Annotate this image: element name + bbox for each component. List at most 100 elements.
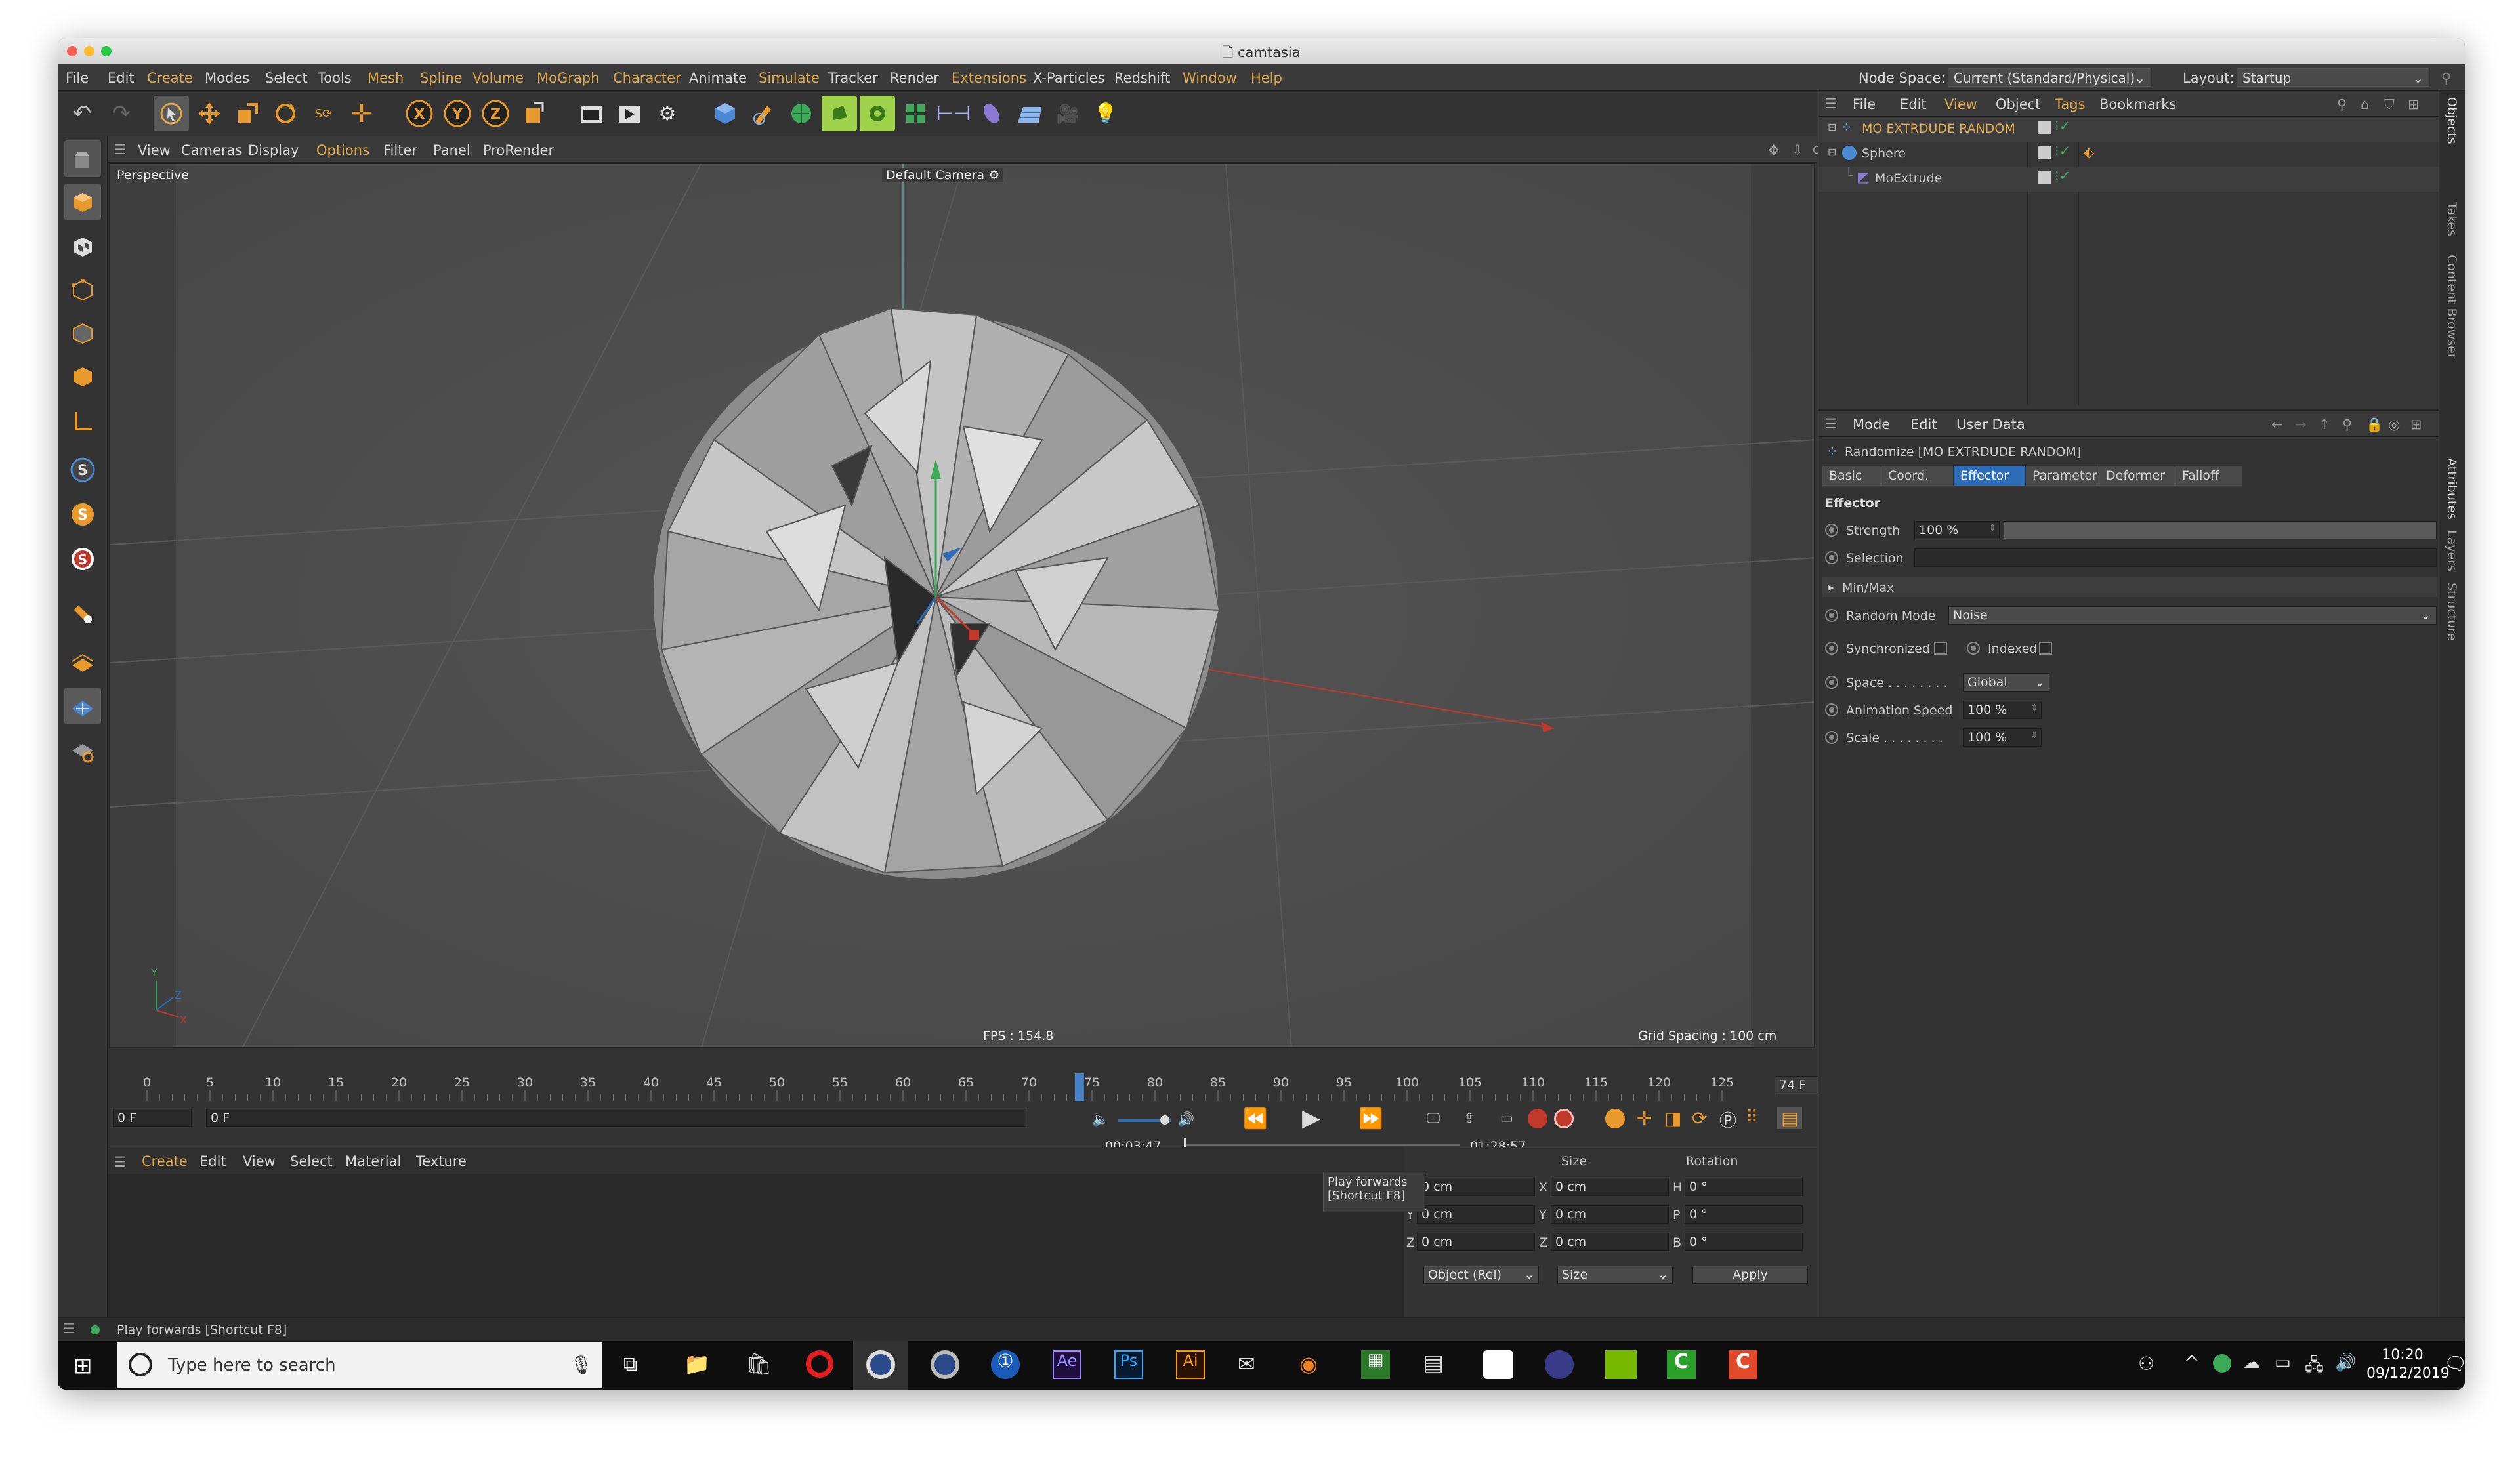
snap-icon[interactable]: S bbox=[64, 451, 101, 488]
workplane-icon[interactable] bbox=[64, 643, 101, 680]
camera-name-label[interactable]: Default Camera ⚙ bbox=[882, 168, 1004, 182]
play-forwards-button[interactable]: ▶ bbox=[1302, 1105, 1320, 1132]
camera-icon[interactable]: 🎥 bbox=[1050, 96, 1085, 131]
x-axis-icon[interactable]: X bbox=[402, 96, 437, 131]
volume-tray-icon[interactable]: 🔊 bbox=[2335, 1353, 2356, 1373]
show-hidden-icons-chevron[interactable]: ^ bbox=[2184, 1352, 2199, 1373]
mograph-cloner-icon[interactable] bbox=[860, 96, 895, 131]
photoshop-icon[interactable]: Ps bbox=[1114, 1350, 1143, 1379]
menu-simulate[interactable]: Simulate bbox=[759, 70, 820, 86]
back-arrow-icon[interactable]: ← bbox=[2271, 417, 2283, 432]
keyframe-selection-icon[interactable] bbox=[1605, 1109, 1625, 1128]
material-menu-create[interactable]: Create bbox=[142, 1153, 188, 1169]
autokey-icon[interactable] bbox=[1554, 1109, 1574, 1128]
animate-indexed-icon[interactable] bbox=[1967, 642, 1980, 655]
layer-icon[interactable] bbox=[2038, 171, 2051, 184]
menu-modes[interactable]: Modes bbox=[205, 70, 249, 86]
enabled-check-icon[interactable]: ⁝✓ bbox=[2055, 143, 2070, 159]
tag-icon[interactable]: ⬖ bbox=[2084, 144, 2094, 160]
stepper-icon[interactable]: ⇕ bbox=[1988, 523, 1996, 533]
menu-extensions[interactable]: Extensions bbox=[952, 70, 1026, 86]
synchronized-checkbox[interactable] bbox=[1934, 642, 1947, 655]
microphone-icon[interactable]: 🎙 bbox=[570, 1354, 593, 1376]
start-frame-field[interactable]: 0 F bbox=[113, 1109, 192, 1127]
menu-character[interactable]: Character bbox=[613, 70, 681, 86]
menu-x-particles[interactable]: X-Particles bbox=[1033, 70, 1104, 86]
frame-range-slider[interactable]: 0 F bbox=[206, 1109, 1026, 1127]
key-position-icon[interactable]: ✛ bbox=[1637, 1107, 1652, 1129]
media-app-icon[interactable] bbox=[1483, 1350, 1513, 1379]
minmax-group[interactable]: ▸ Min/Max bbox=[1822, 577, 2437, 597]
3d-viewport[interactable]: Y X Z Perspective Default Camera ⚙ FPS :… bbox=[109, 163, 1815, 1048]
dock-tab-objects[interactable]: Objects bbox=[2445, 97, 2459, 144]
menu-mograph[interactable]: MoGraph bbox=[537, 70, 599, 86]
viewport-menu-filter[interactable]: Filter bbox=[383, 142, 417, 158]
object-name[interactable]: MO EXTRDUDE RANDOM bbox=[1862, 121, 2015, 136]
coordinate-system-icon[interactable] bbox=[516, 96, 551, 131]
lock-icon[interactable]: 🔒 bbox=[2366, 417, 2383, 433]
attr-menu-mode[interactable]: Mode bbox=[1853, 417, 1890, 432]
object-name[interactable]: MoExtrude bbox=[1875, 171, 1942, 186]
redo-icon[interactable]: ↷ bbox=[104, 96, 139, 131]
apply-button[interactable]: Apply bbox=[1692, 1266, 1808, 1284]
select-tool-icon[interactable] bbox=[154, 96, 189, 131]
hamburger-icon[interactable]: ☰ bbox=[114, 1154, 127, 1170]
timeline-ruler[interactable]: 0 5 10 15 20 25 30 35 40 45 50 55 60 65 70 75 80 85 90 95 10… bbox=[134, 1071, 1735, 1102]
tab-coord[interactable]: Coord. bbox=[1881, 466, 1954, 486]
move-tool-icon[interactable] bbox=[192, 96, 227, 131]
battery-icon[interactable]: ▭ bbox=[2275, 1353, 2291, 1373]
menu-animate[interactable]: Animate bbox=[689, 70, 747, 86]
share-icon[interactable]: ⇪ bbox=[1463, 1110, 1475, 1126]
cinema4d-taskbar-button[interactable] bbox=[853, 1341, 908, 1390]
camtasia-recorder-icon[interactable]: C bbox=[1667, 1350, 1696, 1379]
node-space-dropdown[interactable]: Current (Standard/Physical) ⌄ bbox=[1948, 68, 2151, 87]
volume-slider-handle[interactable] bbox=[1160, 1115, 1169, 1125]
dock-tab-attributes[interactable]: Attributes bbox=[2445, 458, 2459, 520]
position-y-field[interactable]: 0 cm bbox=[1417, 1205, 1535, 1224]
windows-start-icon[interactable]: ⊞ bbox=[74, 1353, 93, 1379]
menu-tools[interactable]: Tools bbox=[318, 70, 352, 86]
expand-icon[interactable]: ⊟ bbox=[1828, 146, 1836, 158]
rotate-tool-icon[interactable] bbox=[268, 96, 303, 131]
viewport-menu-options[interactable]: Options bbox=[316, 142, 369, 158]
stepper-icon[interactable]: ⇕ bbox=[2030, 730, 2038, 741]
bend-deformer-icon[interactable]: ⊢⊣ bbox=[936, 96, 971, 131]
animate-scale-icon[interactable] bbox=[1825, 731, 1838, 744]
volume-icon[interactable]: 🔈 bbox=[1092, 1111, 1109, 1128]
array-icon[interactable] bbox=[898, 96, 933, 131]
menu-volume[interactable]: Volume bbox=[472, 70, 524, 86]
menu-edit[interactable]: Edit bbox=[108, 70, 135, 86]
animate-selection-icon[interactable] bbox=[1825, 551, 1838, 564]
screen-icon[interactable]: 🖵 bbox=[1427, 1110, 1440, 1126]
expand-icon[interactable]: ⊟ bbox=[1828, 121, 1836, 133]
tab-falloff[interactable]: Falloff bbox=[2175, 466, 2242, 486]
key-scale-icon[interactable]: ◨ bbox=[1664, 1107, 1681, 1129]
layer-icon[interactable] bbox=[2038, 146, 2051, 159]
position-z-field[interactable]: 0 cm bbox=[1417, 1233, 1535, 1251]
dock-tab-content-browser[interactable]: Content Browser bbox=[2445, 255, 2459, 359]
menu-render[interactable]: Render bbox=[890, 70, 939, 86]
selection-field[interactable] bbox=[1914, 548, 2437, 567]
objects-menu-tags[interactable]: Tags bbox=[2055, 96, 2086, 112]
hamburger-icon[interactable]: ☰ bbox=[114, 142, 127, 157]
tray-app-icon[interactable] bbox=[2213, 1354, 2231, 1373]
menu-mesh[interactable]: Mesh bbox=[368, 70, 404, 86]
object-row[interactable]: ⊟ ⁘ MO EXTRDUDE RANDOM ⁝✓ bbox=[1818, 117, 2439, 142]
viewport-pan-icon[interactable]: ✥ bbox=[1768, 142, 1780, 158]
tab-deformer[interactable]: Deformer bbox=[2099, 466, 2175, 486]
recent-tools-icon[interactable]: S⟳ bbox=[306, 96, 341, 131]
make-editable-icon[interactable] bbox=[64, 140, 101, 177]
opera-icon[interactable] bbox=[806, 1350, 833, 1378]
material-menu-material[interactable]: Material bbox=[345, 1153, 401, 1169]
scale-field[interactable]: 100 % ⇕ bbox=[1963, 728, 2042, 747]
captions-icon[interactable]: ▭ bbox=[1500, 1110, 1513, 1126]
planar-workplane-icon[interactable] bbox=[64, 732, 101, 769]
render-settings-icon[interactable]: ⚙ bbox=[650, 96, 685, 131]
tab-parameter[interactable]: Parameter bbox=[2026, 466, 2099, 486]
onepassword-icon[interactable]: ① bbox=[991, 1350, 1020, 1379]
task-view-icon[interactable]: ⧉ bbox=[623, 1353, 637, 1376]
search-icon[interactable]: ⚲ bbox=[2441, 70, 2451, 86]
menu-spline[interactable]: Spline bbox=[420, 70, 463, 86]
size-x-field[interactable]: 0 cm bbox=[1551, 1178, 1669, 1196]
attr-menu-user-data[interactable]: User Data bbox=[1956, 417, 2025, 432]
